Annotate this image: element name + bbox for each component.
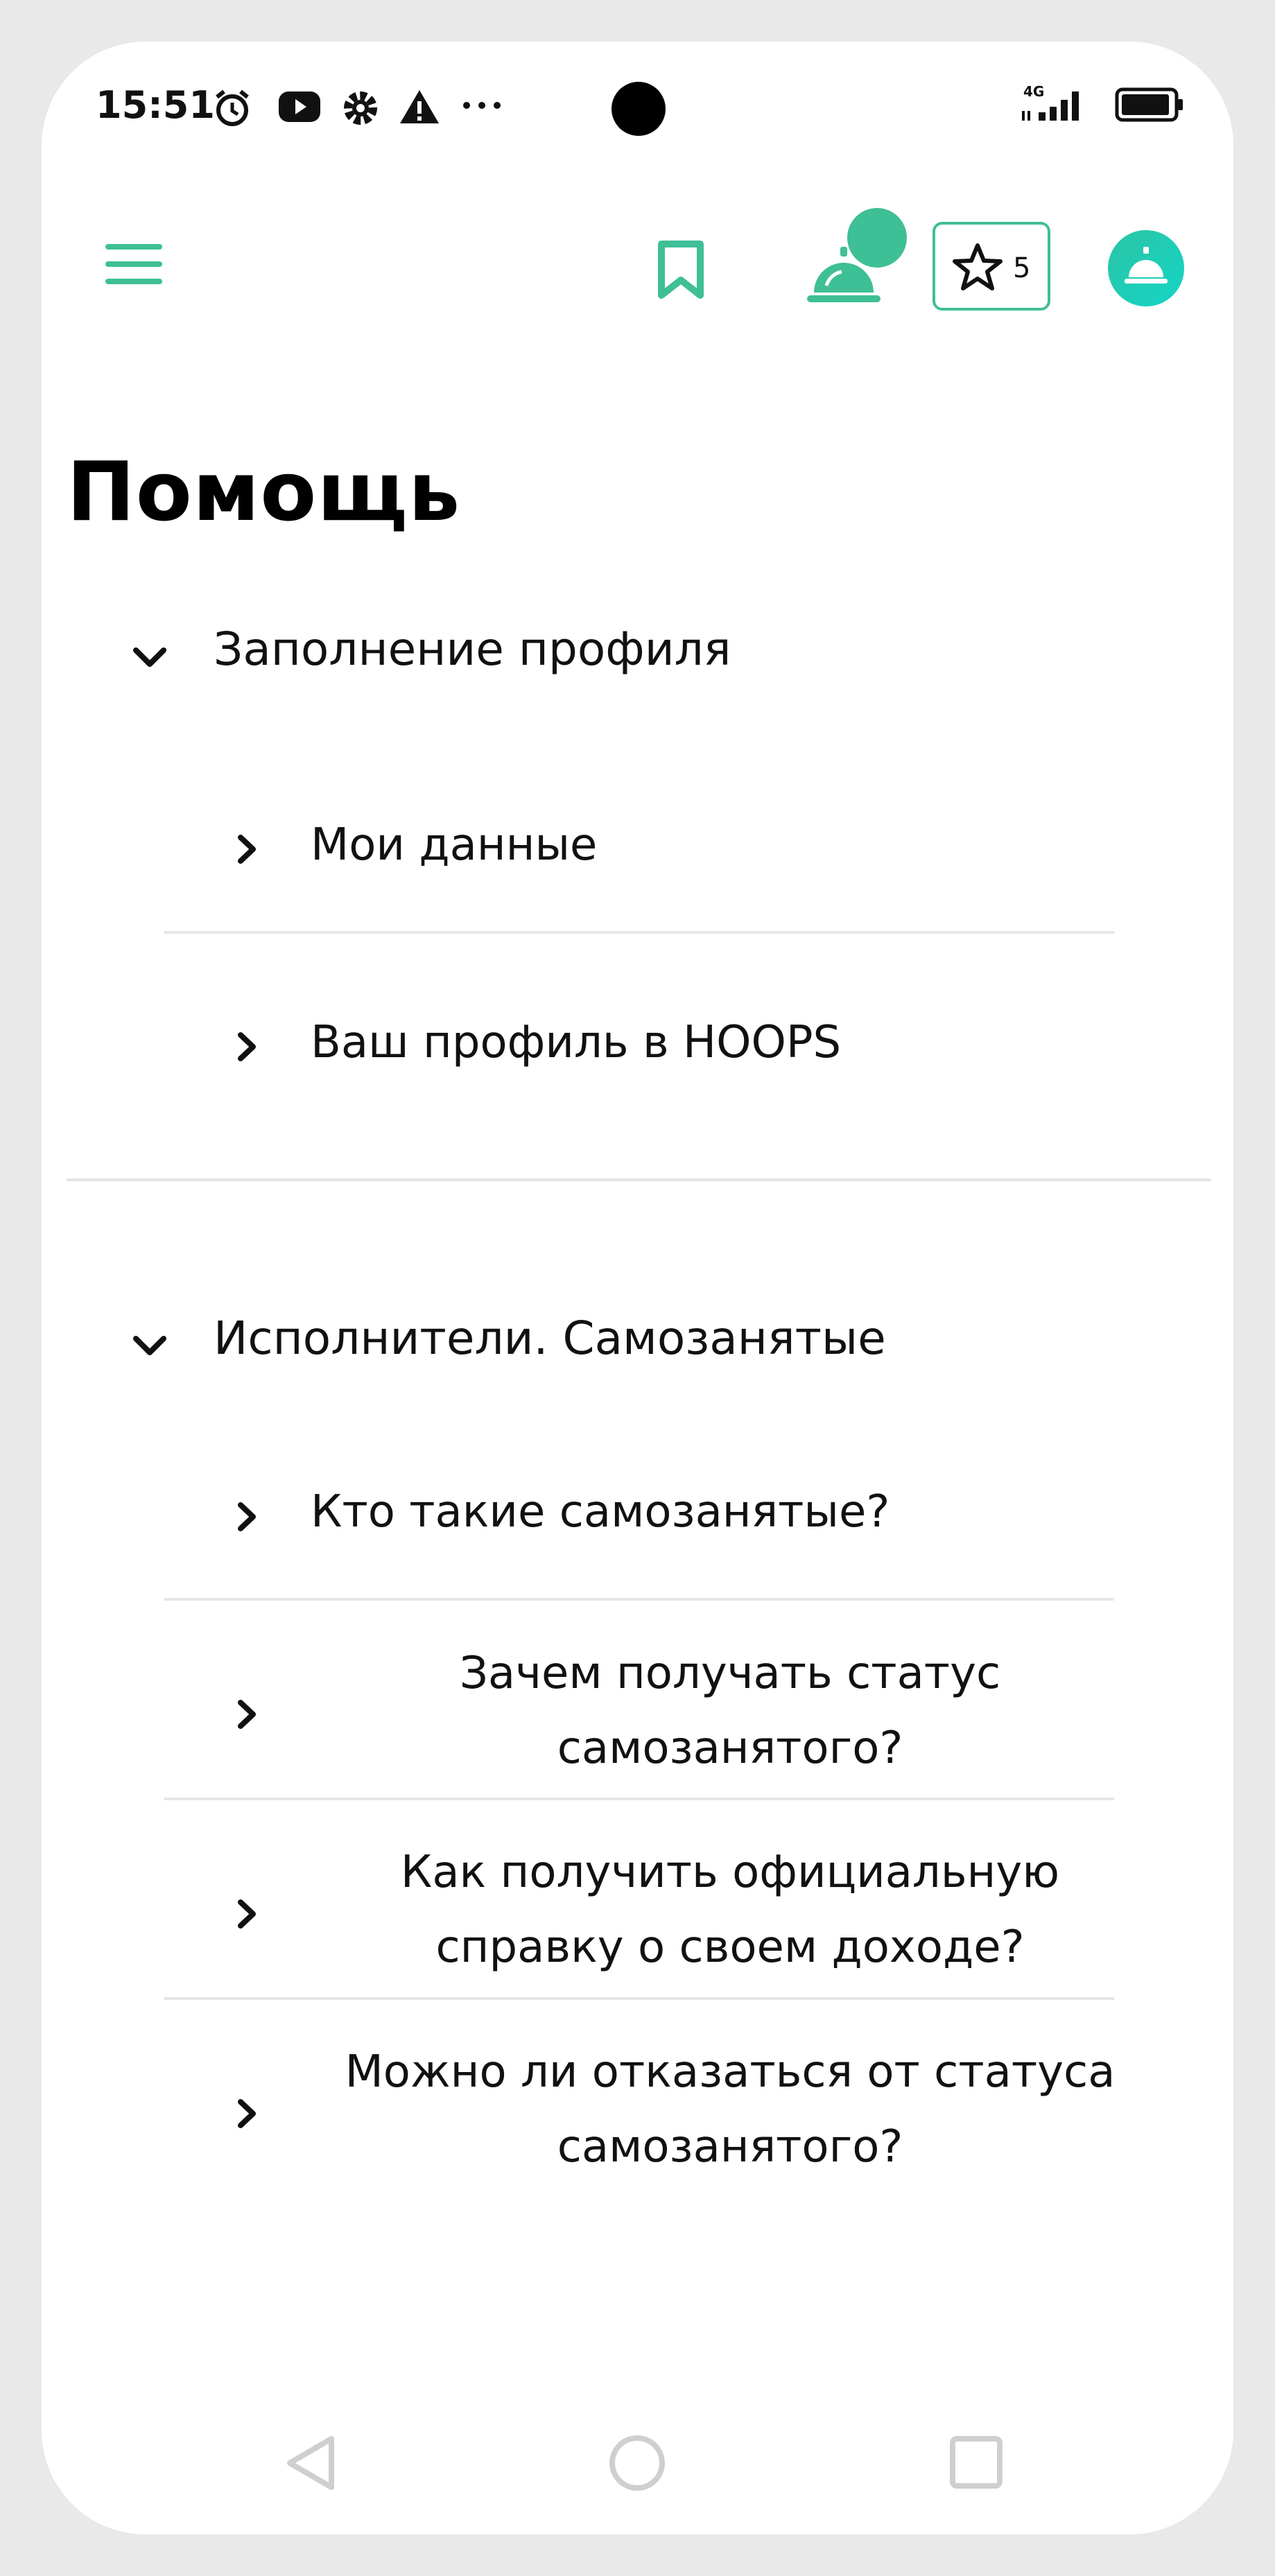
chevron-right-icon[interactable]	[231, 833, 263, 865]
help-item-my-data[interactable]: Мои данные	[311, 819, 597, 871]
status-time: 15:51	[96, 83, 215, 127]
favorites-count: 5	[1013, 252, 1031, 284]
star-icon	[953, 243, 1003, 290]
chevron-right-icon[interactable]	[231, 1698, 263, 1730]
settings-icon	[344, 92, 377, 125]
divider	[164, 1598, 1114, 1601]
signal-icon	[1022, 92, 1079, 121]
battery-icon	[1115, 87, 1183, 122]
front-camera	[612, 82, 666, 136]
section-title-profile[interactable]: Заполнение профиля	[214, 623, 731, 676]
help-item-hoops-profile[interactable]: Ваш профиль в HOOPS	[311, 1017, 841, 1068]
chevron-right-icon[interactable]	[231, 1898, 263, 1930]
service-bell-icon	[1125, 247, 1168, 284]
chevron-down-icon[interactable]	[130, 638, 169, 677]
notification-badge	[847, 208, 907, 268]
avatar[interactable]	[1108, 230, 1184, 306]
status-bar: 15:51 4G	[42, 42, 1233, 166]
help-item-why-status[interactable]: Зачем получать статус самозанятого?	[324, 1636, 1136, 1786]
home-icon[interactable]	[607, 2433, 667, 2493]
chevron-down-icon[interactable]	[130, 1326, 169, 1365]
chevron-right-icon[interactable]	[231, 2098, 263, 2130]
more-icon	[463, 102, 501, 109]
help-item-income-certificate[interactable]: Как получить официальную справку о своем…	[324, 1835, 1136, 1985]
chevron-right-icon[interactable]	[231, 1501, 263, 1533]
hamburger-menu-icon[interactable]	[105, 243, 162, 286]
help-item-who-self-employed[interactable]: Кто такие самозанятые?	[311, 1486, 890, 1538]
app-header: 5	[42, 194, 1233, 340]
screen: 15:51 4G 5 Помощь Заполнение профиля Мои…	[42, 42, 1233, 2534]
system-nav-bar	[42, 2419, 1233, 2503]
divider	[164, 1798, 1114, 1800]
section-divider	[67, 1178, 1211, 1181]
divider	[164, 931, 1114, 934]
section-title-self-employed[interactable]: Исполнители. Самозанятые	[214, 1312, 886, 1365]
page-title: Помощь	[67, 444, 461, 539]
chevron-right-icon[interactable]	[231, 1031, 263, 1063]
back-icon[interactable]	[283, 2433, 338, 2493]
bookmark-icon[interactable]	[656, 240, 706, 299]
device-frame: 15:51 4G 5 Помощь Заполнение профиля Мои…	[0, 0, 1275, 2576]
divider	[164, 1997, 1114, 2000]
warning-icon	[400, 90, 439, 123]
favorites-button[interactable]: 5	[933, 222, 1050, 311]
alarm-icon	[216, 89, 249, 126]
youtube-icon	[279, 92, 320, 122]
help-item-cancel-status[interactable]: Можно ли отказаться от статуса самозанят…	[324, 2035, 1136, 2184]
recents-icon[interactable]	[948, 2435, 1004, 2490]
